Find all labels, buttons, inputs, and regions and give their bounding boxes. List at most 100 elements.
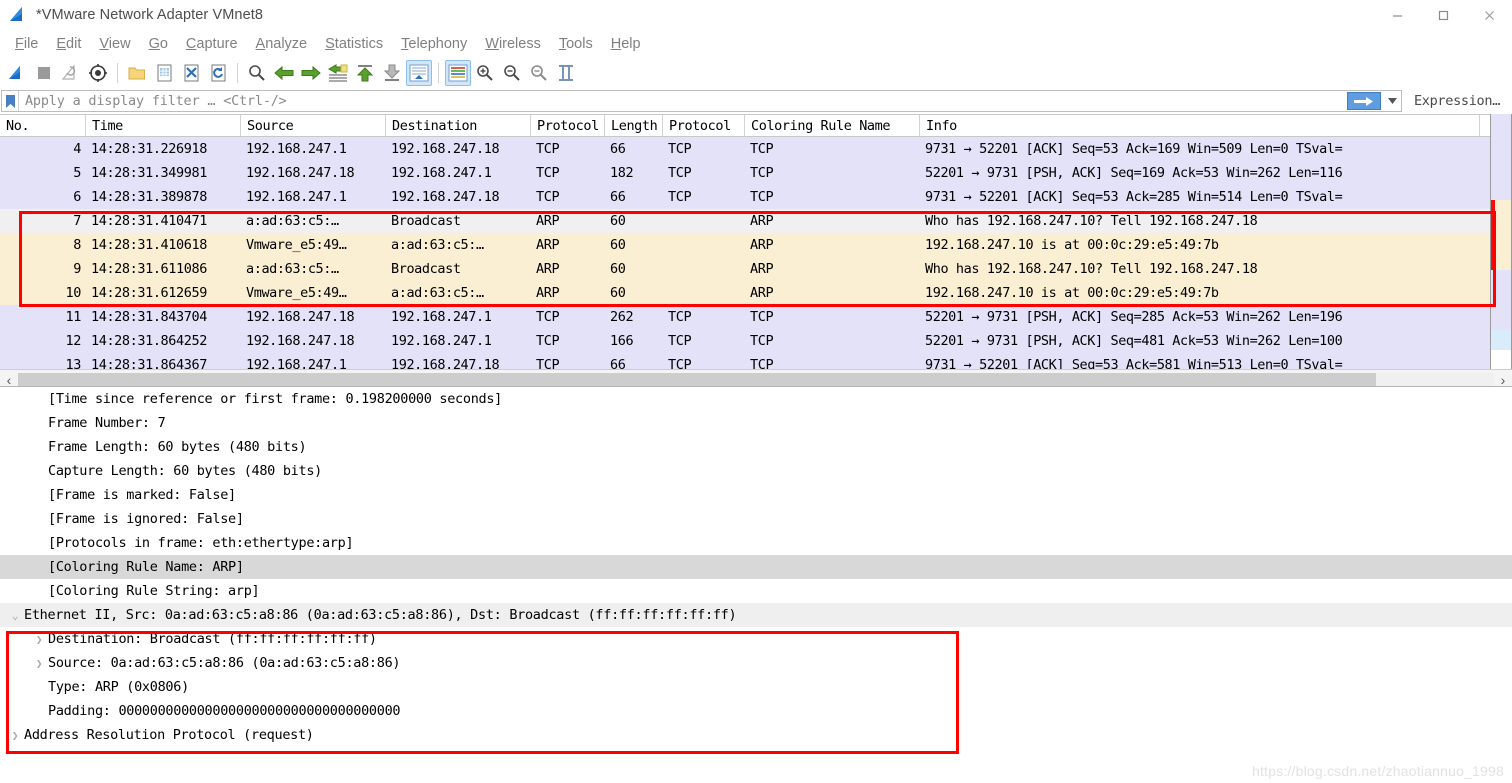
bookmark-icon[interactable]	[3, 91, 18, 111]
detail-tree-row[interactable]: [Coloring Rule Name: ARP]	[0, 555, 1512, 579]
packet-list-minimap-scrollbar[interactable]	[1490, 114, 1512, 369]
packet-cell-no: 11	[65, 309, 82, 325]
detail-tree-label: [Frame is marked: False]	[48, 487, 236, 503]
column-header-coloring-rule-name[interactable]: Coloring Rule Name	[745, 115, 920, 136]
packet-row[interactable]: 9 14:28:31.611086 a:ad:63:c5:… Broadcast ARP…	[0, 257, 1512, 281]
packet-row[interactable]: 6 14:28:31.389878 192.168.247.1 192.168.247…	[0, 185, 1512, 209]
main-toolbar	[0, 58, 1512, 88]
packet-row[interactable]: 7 14:28:31.410471 a:ad:63:c5:… Broadcast ARP…	[0, 209, 1512, 233]
packet-cell-source: a:ad:63:c5:…	[246, 213, 339, 229]
reload-file-icon[interactable]	[205, 60, 231, 86]
minimize-button[interactable]	[1374, 0, 1420, 30]
packet-row[interactable]: 10 14:28:31.612659 Vmware_e5:49… a:ad:63:c5…	[0, 281, 1512, 305]
chevron-right-icon[interactable]: ❯	[32, 633, 46, 646]
packet-cell-info: Who has 192.168.247.10? Tell 192.168.247…	[925, 261, 1258, 277]
detail-tree-row[interactable]: [Time since reference or first frame: 0.…	[0, 387, 1512, 411]
menu-item-tools[interactable]: Tools	[550, 34, 602, 54]
detail-tree-row[interactable]: Frame Number: 7	[0, 411, 1512, 435]
detail-tree-row[interactable]: ❯ Address Resolution Protocol (request)	[0, 723, 1512, 747]
packet-detail-pane[interactable]: [Time since reference or first frame: 0.…	[0, 386, 1512, 765]
menu-item-telephony[interactable]: Telephony	[392, 34, 476, 54]
colorize-packets-icon[interactable]	[445, 60, 471, 86]
menu-item-file[interactable]: File	[6, 34, 47, 54]
detail-tree-row[interactable]: Padding: 0000000000000000000000000000000…	[0, 699, 1512, 723]
filter-expression-button[interactable]: Expression…	[1402, 90, 1512, 112]
column-header-source[interactable]: Source	[241, 115, 386, 136]
window-title: *VMware Network Adapter VMnet8	[36, 7, 264, 23]
scrollbar-thumb[interactable]	[18, 372, 1376, 387]
chevron-right-icon[interactable]: ❯	[8, 729, 22, 742]
go-to-packet-icon[interactable]	[325, 60, 351, 86]
display-filter-input[interactable]: Apply a display filter … <Ctrl-/>	[1, 90, 1402, 112]
detail-tree-label: Capture Length: 60 bytes (480 bits)	[48, 463, 322, 479]
detail-tree-row[interactable]: Capture Length: 60 bytes (480 bits)	[0, 459, 1512, 483]
go-to-last-packet-icon[interactable]	[379, 60, 405, 86]
chevron-right-icon[interactable]: ❯	[32, 657, 46, 670]
column-header-protocol[interactable]: Protocol	[531, 115, 605, 136]
capture-options-icon[interactable]	[85, 60, 111, 86]
start-capture-icon[interactable]	[4, 60, 30, 86]
display-filter-bar: Apply a display filter … <Ctrl-/> Expres…	[0, 90, 1512, 114]
column-header-time[interactable]: Time	[86, 115, 241, 136]
detail-tree-row[interactable]: Type: ARP (0x0806)	[0, 675, 1512, 699]
save-file-icon[interactable]	[151, 60, 177, 86]
open-file-icon[interactable]	[124, 60, 150, 86]
zoom-out-icon[interactable]	[499, 60, 525, 86]
packet-cell-coloring_rule: TCP	[750, 189, 774, 205]
resize-columns-icon[interactable]	[553, 60, 579, 86]
packet-cell-time: 14:28:31.864367	[91, 357, 207, 369]
packet-list-rows[interactable]: 4 14:28:31.226918 192.168.247.1 192.168.247…	[0, 137, 1512, 369]
packet-cell-coloring_rule: TCP	[750, 309, 774, 325]
apply-filter-button[interactable]	[1347, 92, 1381, 110]
packet-cell-length: 60	[610, 213, 626, 229]
column-header-info[interactable]: Info	[920, 115, 1480, 136]
close-file-icon[interactable]	[178, 60, 204, 86]
detail-tree-row[interactable]: [Frame is ignored: False]	[0, 507, 1512, 531]
packet-row[interactable]: 11 14:28:31.843704 192.168.247.18 192.168.2…	[0, 305, 1512, 329]
menu-item-analyze[interactable]: Analyze	[247, 34, 317, 54]
packet-row[interactable]: 5 14:28:31.349981 192.168.247.18 192.168.24…	[0, 161, 1512, 185]
go-forward-icon[interactable]	[298, 60, 324, 86]
packet-cell-coloring_rule: TCP	[750, 141, 774, 157]
auto-scroll-icon[interactable]	[406, 60, 432, 86]
chevron-down-icon[interactable]: ⌄	[8, 609, 22, 622]
column-header-no[interactable]: No.	[0, 115, 86, 136]
zoom-in-icon[interactable]	[472, 60, 498, 86]
detail-tree-row[interactable]: [Frame is marked: False]	[0, 483, 1512, 507]
zoom-reset-icon[interactable]	[526, 60, 552, 86]
close-button[interactable]	[1466, 0, 1512, 30]
maximize-button[interactable]	[1420, 0, 1466, 30]
packet-row[interactable]: 13 14:28:31.864367 192.168.247.1 192.168.24…	[0, 353, 1512, 369]
packet-cell-info: 9731 → 52201 [ACK] Seq=53 Ack=285 Win=51…	[925, 189, 1343, 205]
restart-capture-icon[interactable]	[58, 60, 84, 86]
detail-tree-row[interactable]: ⌄ Ethernet II, Src: 0a:ad:63:c5:a8:86 (0a…	[0, 603, 1512, 627]
detail-tree-row[interactable]: ❯ Source: 0a:ad:63:c5:a8:86 (0a:ad:63:c5:…	[0, 651, 1512, 675]
chevron-down-icon[interactable]	[1383, 91, 1401, 111]
column-header-destination[interactable]: Destination	[386, 115, 531, 136]
menu-item-view[interactable]: View	[90, 34, 139, 54]
menu-item-statistics[interactable]: Statistics	[316, 34, 392, 54]
column-header-protocol[interactable]: Protocol	[663, 115, 745, 136]
detail-tree-row[interactable]: [Protocols in frame: eth:ethertype:arp]	[0, 531, 1512, 555]
menu-item-edit[interactable]: Edit	[47, 34, 90, 54]
stop-capture-icon[interactable]	[31, 60, 57, 86]
find-packet-icon[interactable]	[244, 60, 270, 86]
scrollbar-track[interactable]	[18, 372, 1494, 387]
menu-item-wireless[interactable]: Wireless	[476, 34, 550, 54]
go-back-icon[interactable]	[271, 60, 297, 86]
detail-tree-row[interactable]: [Coloring Rule String: arp]	[0, 579, 1512, 603]
column-header-length[interactable]: Length	[605, 115, 663, 136]
packet-cell-info: 52201 → 9731 [PSH, ACK] Seq=285 Ack=53 W…	[925, 309, 1343, 325]
detail-tree-label: [Protocols in frame: eth:ethertype:arp]	[48, 535, 354, 551]
packet-row[interactable]: 8 14:28:31.410618 Vmware_e5:49… a:ad:63:c5:…	[0, 233, 1512, 257]
packet-row[interactable]: 12 14:28:31.864252 192.168.247.18 192.168.2…	[0, 329, 1512, 353]
packet-cell-protocol2: TCP	[668, 357, 692, 369]
packet-row[interactable]: 4 14:28:31.226918 192.168.247.1 192.168.247…	[0, 137, 1512, 161]
menu-item-go[interactable]: Go	[140, 34, 177, 54]
menu-item-help[interactable]: Help	[602, 34, 650, 54]
packet-cell-protocol2: TCP	[668, 165, 692, 181]
detail-tree-row[interactable]: ❯ Destination: Broadcast (ff:ff:ff:ff:ff:…	[0, 627, 1512, 651]
detail-tree-row[interactable]: Frame Length: 60 bytes (480 bits)	[0, 435, 1512, 459]
go-to-first-packet-icon[interactable]	[352, 60, 378, 86]
menu-item-capture[interactable]: Capture	[177, 34, 247, 54]
